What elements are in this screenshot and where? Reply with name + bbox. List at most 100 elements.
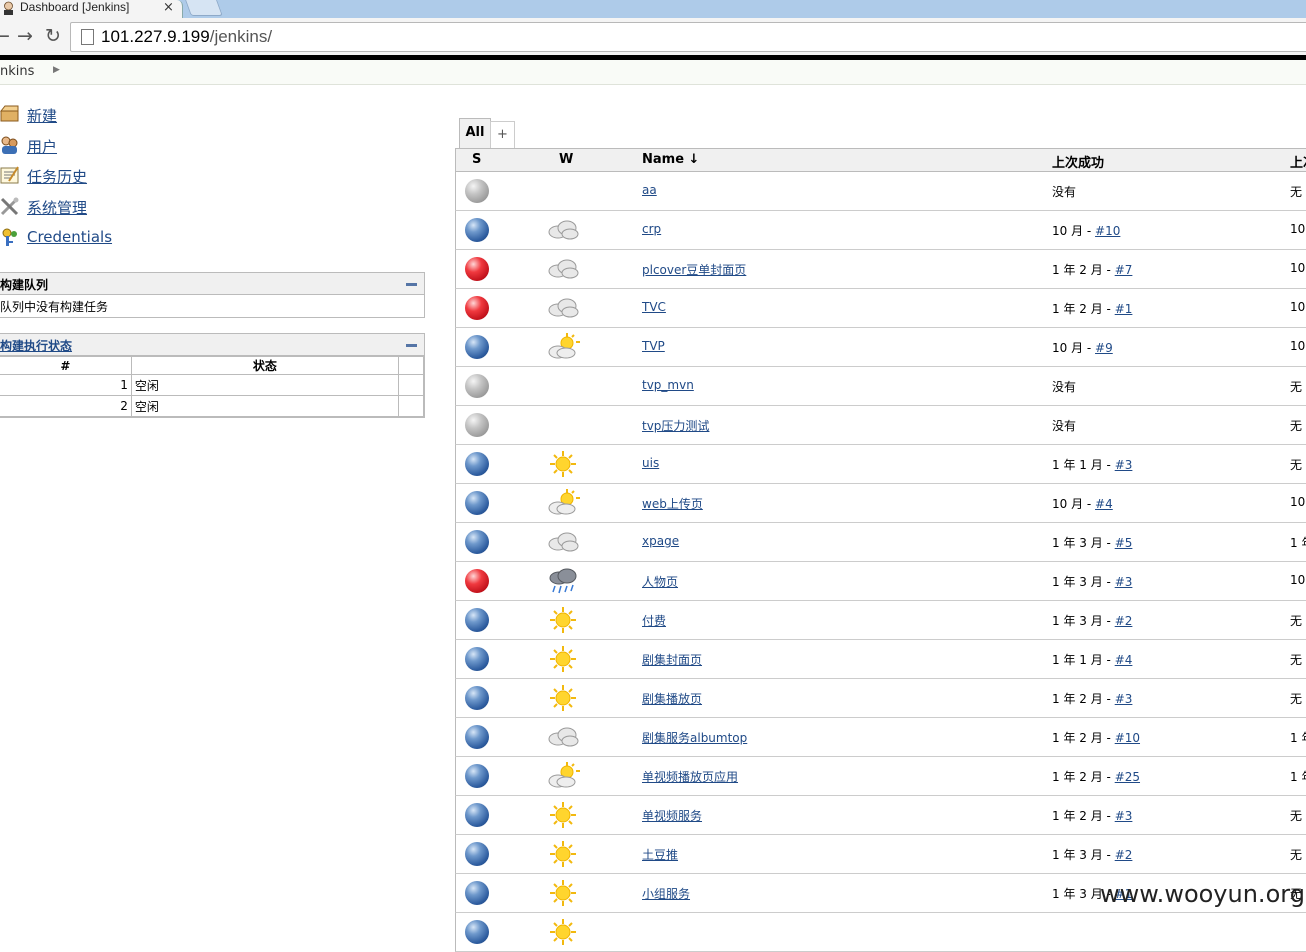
build-number-link[interactable]: #10 [1115, 731, 1140, 745]
last-failure-cell: 1 年 [1290, 770, 1306, 784]
status-ball-blue-icon[interactable] [465, 803, 489, 827]
job-name-link[interactable]: tvp压力测试 [642, 417, 709, 434]
status-ball-blue-icon[interactable] [465, 647, 489, 671]
col-weather-header[interactable]: W [559, 152, 573, 167]
executor-status-title[interactable]: 构建执行状态 [0, 339, 72, 353]
executor-status-header: 构建执行状态 [0, 334, 424, 356]
last-success-age: 10 月 - [1052, 224, 1096, 238]
add-view-tab[interactable]: + [490, 121, 515, 148]
status-ball-blue-icon[interactable] [465, 881, 489, 905]
status-ball-red-icon[interactable] [465, 296, 489, 320]
build-number-link[interactable]: #4 [1095, 497, 1113, 511]
last-success-cell: 10 月 - #10 [1052, 222, 1120, 239]
last-success-cell: 10 月 - #9 [1052, 339, 1113, 356]
browser-toolbar: ← → ↻ 101.227.9.199/jenkins/ [0, 18, 1306, 56]
build-number-link[interactable]: #2 [1115, 848, 1133, 862]
build-number-link[interactable]: #1 [1115, 302, 1133, 316]
task-label[interactable]: 用户 [27, 136, 57, 157]
job-name-link[interactable]: 剧集播放页 [642, 690, 702, 707]
page-icon [81, 29, 94, 45]
job-name-link[interactable]: plcover豆单封面页 [642, 261, 746, 278]
build-number-link[interactable]: #9 [1095, 341, 1113, 355]
status-ball-blue-icon[interactable] [465, 725, 489, 749]
build-number-link[interactable]: #3 [1115, 809, 1133, 823]
build-number-link[interactable]: #4 [1115, 653, 1133, 667]
collapse-icon[interactable] [406, 344, 417, 347]
build-number-link[interactable]: #2 [1115, 614, 1133, 628]
col-last-success-header[interactable]: 上次成功 [1052, 152, 1104, 171]
browser-tab[interactable]: Dashboard [Jenkins] × [0, 0, 183, 18]
status-ball-blue-icon[interactable] [465, 491, 489, 515]
address-bar[interactable]: 101.227.9.199/jenkins/ [70, 22, 1306, 52]
task-label[interactable]: Credentials [27, 228, 112, 246]
status-ball-blue-icon[interactable] [465, 764, 489, 788]
job-name-link[interactable]: 付费 [642, 612, 666, 629]
task-label[interactable]: 任务历史 [27, 166, 87, 187]
weather-none-icon [546, 176, 580, 206]
job-name-link[interactable]: tvp_mvn [642, 378, 694, 392]
job-name-link[interactable]: 土豆推 [642, 846, 678, 863]
weather-none-icon [546, 371, 580, 401]
job-name-link[interactable]: 剧集服务albumtop [642, 729, 747, 746]
job-name-link[interactable]: 人物页 [642, 573, 678, 590]
col-last-failure-header[interactable]: 上次 [1290, 152, 1306, 171]
job-name-link[interactable]: crp [642, 222, 661, 236]
build-number-link[interactable]: #3 [1115, 575, 1133, 589]
last-success-age: 1 年 3 月 - [1052, 848, 1115, 862]
tab-close-icon[interactable]: × [163, 0, 174, 15]
new-tab-button[interactable] [185, 0, 223, 16]
status-ball-grey-icon[interactable] [465, 179, 489, 203]
forward-arrow-icon[interactable]: → [17, 26, 33, 46]
status-ball-blue-icon[interactable] [465, 452, 489, 476]
status-ball-grey-icon[interactable] [465, 374, 489, 398]
job-name-link[interactable]: aa [642, 183, 657, 197]
status-ball-blue-icon[interactable] [465, 218, 489, 242]
status-ball-blue-icon[interactable] [465, 686, 489, 710]
job-name-link[interactable]: uis [642, 456, 659, 470]
last-success-age: 10 月 - [1052, 341, 1096, 355]
last-failure-cell: 无 [1290, 809, 1303, 823]
build-history-icon [0, 166, 19, 184]
breadcrumb-jenkins[interactable]: nkins [0, 64, 34, 79]
table-row: tvp压力测试 没有 无 [455, 406, 1306, 445]
tab-all[interactable]: All [459, 118, 491, 148]
back-arrow-icon[interactable]: ← [0, 26, 10, 46]
status-ball-red-icon[interactable] [465, 257, 489, 281]
collapse-icon[interactable] [406, 283, 417, 286]
build-number-link[interactable]: #3 [1115, 458, 1133, 472]
col-status-header[interactable]: S [472, 152, 481, 167]
reload-icon[interactable]: ↻ [45, 26, 61, 46]
credentials-icon [2, 228, 17, 246]
build-number-link[interactable]: #3 [1115, 692, 1133, 706]
job-name-link[interactable]: 小组服务 [642, 885, 690, 902]
task-label[interactable]: 新建 [27, 105, 57, 126]
status-ball-grey-icon[interactable] [465, 413, 489, 437]
task-label[interactable]: 系统管理 [27, 197, 87, 218]
table-row: web上传页 10 月 - #4 10 [455, 484, 1306, 523]
job-name-link[interactable]: xpage [642, 534, 679, 548]
status-ball-red-icon[interactable] [465, 569, 489, 593]
status-ball-blue-icon[interactable] [465, 530, 489, 554]
status-ball-blue-icon[interactable] [465, 842, 489, 866]
job-name-link[interactable]: TVP [642, 339, 665, 353]
status-ball-blue-icon[interactable] [465, 335, 489, 359]
job-name-link[interactable]: web上传页 [642, 495, 703, 512]
tab-title: Dashboard [Jenkins] [20, 0, 130, 14]
job-name-link[interactable]: 剧集封面页 [642, 651, 702, 668]
job-name-link[interactable]: 单视频播放页应用 [642, 768, 738, 785]
build-number-link[interactable]: #10 [1095, 224, 1120, 238]
last-success-cell: 1 年 3 月 - #3 [1052, 573, 1132, 590]
build-number-link[interactable]: #7 [1115, 263, 1133, 277]
breadcrumb-arrow-icon[interactable]: ▶ [53, 65, 60, 75]
users-icon [1, 136, 18, 154]
status-ball-blue-icon[interactable] [465, 608, 489, 632]
col-name-header[interactable]: Name ↓ [642, 152, 699, 167]
executor-num: 2 [0, 395, 132, 417]
weather-sunny-icon [546, 449, 580, 479]
weather-rainy-icon [546, 566, 580, 596]
status-ball-blue-icon[interactable] [465, 920, 489, 944]
build-number-link[interactable]: #5 [1115, 536, 1133, 550]
job-name-link[interactable]: TVC [642, 300, 666, 314]
job-name-link[interactable]: 单视频服务 [642, 807, 702, 824]
build-number-link[interactable]: #25 [1115, 770, 1140, 784]
